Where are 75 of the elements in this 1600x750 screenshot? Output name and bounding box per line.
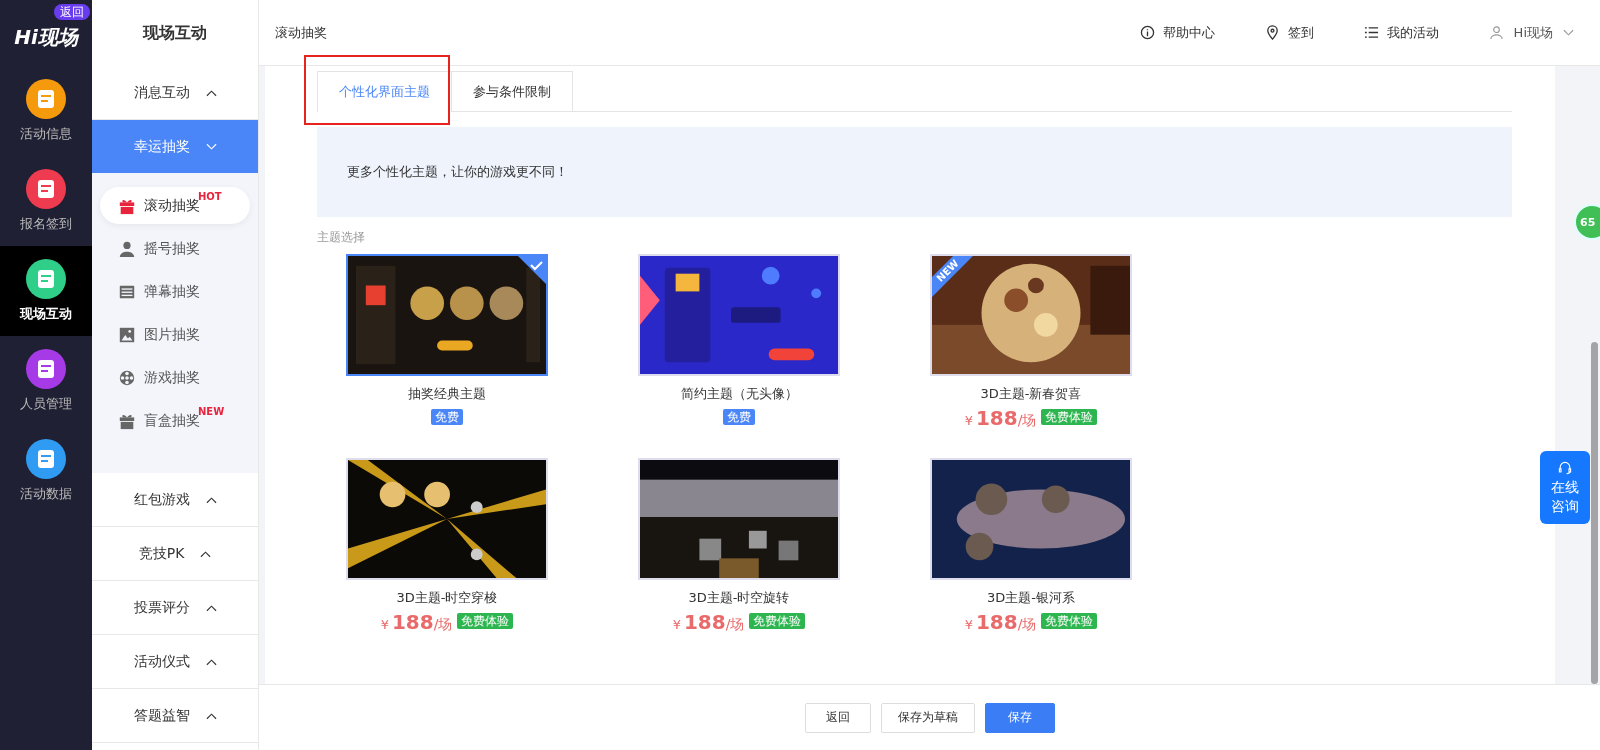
price-tag: 免费 xyxy=(723,409,755,425)
person-icon xyxy=(118,239,136,258)
online-consult-button[interactable]: 在线咨询 xyxy=(1540,451,1590,524)
info-icon xyxy=(1139,25,1155,40)
headset-icon xyxy=(1557,459,1573,476)
section-label: 主题选择 xyxy=(317,229,366,246)
tab[interactable]: 个性化界面主题 xyxy=(317,71,452,112)
price-tag: 免费体验 xyxy=(1041,613,1098,629)
price-tag: 免费体验 xyxy=(749,613,806,629)
rail-nav-item[interactable]: 活动信息 xyxy=(0,66,92,156)
user-icon xyxy=(1488,25,1504,40)
rail-nav-item[interactable]: 报名签到 xyxy=(0,156,92,246)
price-tag: 免费 xyxy=(431,409,463,425)
back-badge[interactable]: 返回 xyxy=(54,4,90,20)
chevron-down-icon xyxy=(1563,28,1574,37)
price-unit: /场 xyxy=(1017,412,1037,430)
caret-icon xyxy=(205,142,217,151)
header-link[interactable]: 签到 xyxy=(1264,23,1314,42)
submenu-item[interactable]: 摇号抽奖 xyxy=(100,230,250,267)
caret-icon xyxy=(200,549,212,558)
rail-nav-item[interactable]: 人员管理 xyxy=(0,336,92,426)
header-link[interactable]: 帮助中心 xyxy=(1139,23,1215,42)
caret-icon xyxy=(205,603,217,612)
sidebar-title: 现场互动 xyxy=(141,22,208,44)
menu-group[interactable]: 活动仪式 xyxy=(92,635,258,689)
tab[interactable]: 参与条件限制 xyxy=(451,71,573,111)
theme-title: 3D主题-时空穿梭 xyxy=(396,589,498,607)
theme-title: 3D主题-时空旋转 xyxy=(688,589,790,607)
theme-title: 简约主题（无头像） xyxy=(680,385,798,403)
check-corner-icon xyxy=(518,256,546,284)
user-menu[interactable]: Hi现场 xyxy=(1488,23,1574,42)
submenu-item[interactable]: 游戏抽奖 xyxy=(100,359,250,396)
logo[interactable]: Hi现场 xyxy=(14,23,78,51)
footer-button[interactable]: 保存 xyxy=(984,702,1055,733)
rail-nav-item[interactable]: 现场互动 xyxy=(0,246,92,336)
list-icon xyxy=(1363,25,1379,40)
currency-sign: ¥ xyxy=(672,617,681,632)
submenu-item[interactable]: 图片抽奖 xyxy=(100,316,250,353)
menu-group[interactable]: 答题益智 xyxy=(92,689,258,743)
theme-title: 3D主题-银河系 xyxy=(987,589,1075,607)
price-unit: /场 xyxy=(433,616,453,634)
price-tag: 免费体验 xyxy=(1041,409,1098,425)
caret-icon xyxy=(205,495,217,504)
hot-label: HOT xyxy=(198,191,222,202)
rail-nav-item[interactable]: 活动数据 xyxy=(0,426,92,516)
image-icon xyxy=(118,325,136,344)
header-link[interactable]: 我的活动 xyxy=(1363,23,1439,42)
submenu-item[interactable]: 弹幕抽奖 xyxy=(100,273,250,310)
banner-text: 更多个性化主题，让你的游戏更不同！ xyxy=(347,163,568,181)
price-tag: 免费体验 xyxy=(457,613,514,629)
currency-sign: ¥ xyxy=(964,413,973,428)
caret-icon xyxy=(205,657,217,666)
footer-button[interactable]: 返回 xyxy=(804,702,871,733)
wheel-icon xyxy=(118,368,136,387)
caret-icon xyxy=(205,711,217,720)
currency-sign: ¥ xyxy=(380,617,389,632)
pin-icon xyxy=(1264,25,1280,40)
price: 188 xyxy=(975,610,1018,634)
menu-group[interactable]: 红包游戏 xyxy=(92,473,258,527)
currency-sign: ¥ xyxy=(964,617,973,632)
price-unit: /场 xyxy=(725,616,745,634)
page-title: 滚动抽奖 xyxy=(275,23,327,42)
menu-group[interactable]: 竞技PK xyxy=(92,527,258,581)
theme-title: 抽奖经典主题 xyxy=(408,385,486,403)
price: 188 xyxy=(683,610,726,634)
price-unit: /场 xyxy=(1017,616,1037,634)
price: 188 xyxy=(975,406,1018,430)
document-icon xyxy=(26,79,66,119)
menu-group[interactable]: 投票评分 xyxy=(92,581,258,635)
hot-label: NEW xyxy=(198,406,225,417)
price: 188 xyxy=(391,610,434,634)
caret-icon xyxy=(205,88,217,97)
scrollbar[interactable] xyxy=(1591,342,1598,684)
theme-title: 3D主题-新春贺喜 xyxy=(980,385,1082,403)
footer-button[interactable]: 保存为草稿 xyxy=(880,702,975,733)
